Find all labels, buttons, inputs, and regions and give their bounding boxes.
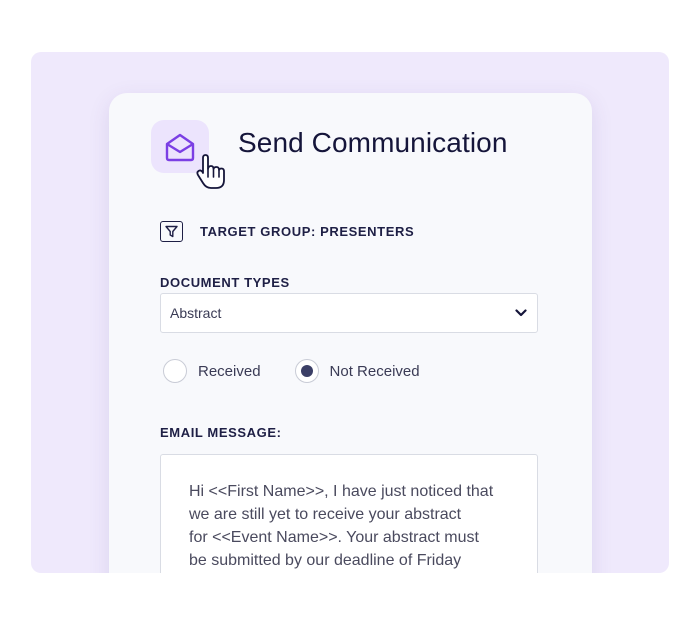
chevron-down-icon	[515, 309, 527, 317]
page-title: Send Communication	[238, 127, 508, 158]
radio-label: Not Received	[329, 362, 420, 380]
document-types-label: DOCUMENT TYPES	[160, 275, 290, 290]
document-type-select[interactable]: Abstract	[160, 293, 538, 333]
email-message-label: EMAIL MESSAGE:	[160, 425, 282, 440]
mail-open-icon	[165, 133, 195, 161]
document-type-value: Abstract	[170, 305, 222, 321]
message-line: be submitted by our deadline of Friday	[189, 552, 462, 569]
message-line: Hi <<First Name>>, I have just noticed t…	[189, 483, 494, 500]
radio-received[interactable]: Received	[163, 359, 261, 383]
radio-not-received[interactable]: Not Received	[294, 359, 420, 383]
message-line: we are still yet to receive your abstrac…	[189, 506, 462, 523]
radio-button[interactable]	[163, 359, 187, 383]
radio-dot	[300, 365, 313, 377]
email-message-textarea[interactable]: Hi <<First Name>>, I have just noticed t…	[160, 454, 538, 573]
send-communication-card: Send Communication TARGET GROUP: PRESENT…	[109, 93, 592, 573]
radio-button-selected[interactable]	[294, 359, 319, 383]
filter-icon	[160, 221, 183, 242]
hand-pointer-icon	[196, 154, 225, 189]
target-group: TARGET GROUP: PRESENTERS	[160, 221, 414, 242]
target-group-label: TARGET GROUP: PRESENTERS	[200, 224, 415, 239]
message-line: for <<Event Name>>. Your abstract must	[189, 529, 479, 546]
radio-label: Received	[198, 362, 261, 380]
status-radio-group: Received Not Received	[163, 359, 454, 383]
backdrop: Send Communication TARGET GROUP: PRESENT…	[31, 52, 669, 573]
